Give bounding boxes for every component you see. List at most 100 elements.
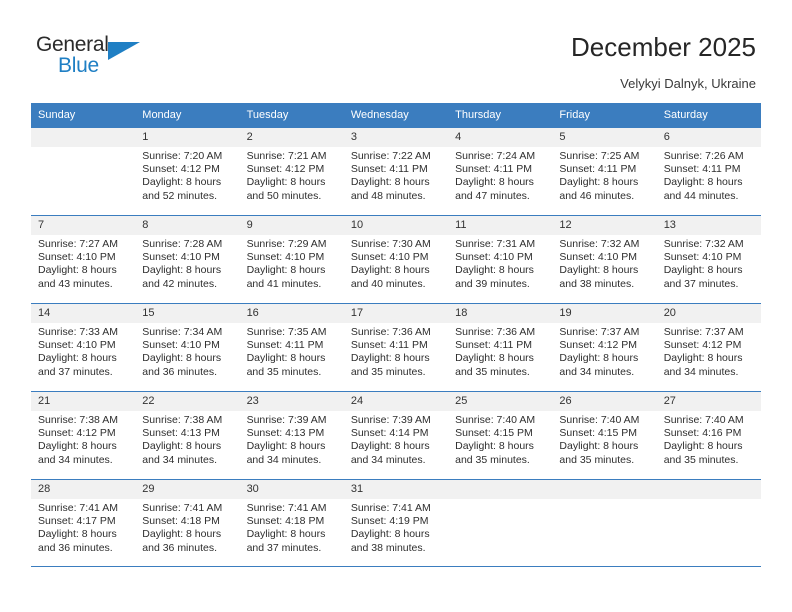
calendar-day-cell[interactable]: 2 Sunrise: 7:21 AM Sunset: 4:12 PM Daylight… bbox=[239, 127, 344, 216]
calendar-day-cell[interactable]: 5 Sunrise: 7:25 AM Sunset: 4:11 PM Daylight… bbox=[552, 127, 657, 216]
sunset-text: Sunset: 4:18 PM bbox=[246, 515, 325, 528]
sunrise-text: Sunrise: 7:25 AM bbox=[559, 150, 640, 162]
calendar-day-cell-inner: 4 Sunrise: 7:24 AM Sunset: 4:11 PM Daylight… bbox=[448, 128, 553, 215]
sunrise-text: Sunrise: 7:39 AM bbox=[350, 414, 431, 426]
calendar-day-cell[interactable]: 14 Sunrise: 7:33 AM Sunset: 4:10 PM Dayligh… bbox=[31, 303, 136, 392]
calendar-day-cell[interactable]: 8 Sunrise: 7:28 AM Sunset: 4:10 PM Daylight… bbox=[135, 215, 240, 304]
daylight-text-line2: and 37 minutes. bbox=[38, 365, 113, 378]
calendar-day-number: 11 bbox=[448, 216, 553, 235]
daylight-text-line1: Daylight: 8 hours bbox=[38, 440, 117, 453]
daylight-text-line2: and 41 minutes. bbox=[246, 277, 322, 290]
daylight-text-line1: Daylight: 8 hours bbox=[559, 176, 639, 189]
sunrise-text: Sunrise: 7:27 AM bbox=[38, 238, 118, 250]
daylight-text-line1: Daylight: 8 hours bbox=[663, 352, 743, 365]
calendar-day-cell[interactable]: 10 Sunrise: 7:30 AM Sunset: 4:10 PM Dayligh… bbox=[343, 215, 449, 304]
calendar-day-cell-inner: 13 Sunrise: 7:32 AM Sunset: 4:10 PM Dayligh… bbox=[656, 216, 761, 303]
calendar-day-cell-inner: 7 Sunrise: 7:27 AM Sunset: 4:10 PM Daylight… bbox=[31, 216, 136, 303]
sunrise-text: Sunrise: 7:32 AM bbox=[559, 238, 640, 250]
calendar-day-details: Sunrise: 7:37 AM Sunset: 4:12 PM Daylight:… bbox=[657, 323, 761, 379]
calendar-day-cell[interactable]: 4 Sunrise: 7:24 AM Sunset: 4:11 PM Daylight… bbox=[448, 127, 553, 216]
daylight-text-line1: Daylight: 8 hours bbox=[350, 440, 430, 453]
sunset-text: Sunset: 4:11 PM bbox=[246, 339, 324, 352]
calendar-day-cell[interactable]: 16 Sunrise: 7:35 AM Sunset: 4:11 PM Dayligh… bbox=[239, 303, 344, 392]
calendar-day-details: Sunrise: 7:25 AM Sunset: 4:11 PM Daylight:… bbox=[552, 147, 656, 203]
calendar-day-cell[interactable]: 3 Sunrise: 7:22 AM Sunset: 4:11 PM Daylight… bbox=[343, 127, 449, 216]
daylight-text-line1: Daylight: 8 hours bbox=[246, 440, 326, 453]
calendar-day-number: 12 bbox=[552, 216, 657, 235]
sunset-text: Sunset: 4:10 PM bbox=[663, 251, 742, 264]
calendar-body: 1 Sunrise: 7:20 AM Sunset: 4:12 PM Daylight… bbox=[31, 127, 761, 567]
generalblue-logo[interactable]: General Blue bbox=[36, 33, 156, 81]
calendar-day-cell[interactable]: 11 Sunrise: 7:31 AM Sunset: 4:10 PM Dayligh… bbox=[448, 215, 553, 304]
calendar-day-cell[interactable]: 24 Sunrise: 7:39 AM Sunset: 4:14 PM Dayligh… bbox=[343, 391, 449, 480]
calendar-day-cell[interactable]: 29 Sunrise: 7:41 AM Sunset: 4:18 PM Dayligh… bbox=[135, 479, 240, 567]
calendar-day-cell-inner: 14 Sunrise: 7:33 AM Sunset: 4:10 PM Dayligh… bbox=[31, 304, 136, 391]
calendar-day-cell-empty bbox=[656, 479, 761, 567]
calendar-day-cell-inner: 20 Sunrise: 7:37 AM Sunset: 4:12 PM Dayligh… bbox=[656, 304, 761, 391]
calendar-day-cell[interactable]: 15 Sunrise: 7:34 AM Sunset: 4:10 PM Dayligh… bbox=[135, 303, 240, 392]
calendar-day-details: Sunrise: 7:40 AM Sunset: 4:15 PM Daylight:… bbox=[448, 411, 552, 467]
calendar-day-details bbox=[448, 499, 552, 502]
daylight-text-line2: and 43 minutes. bbox=[38, 277, 113, 290]
calendar-day-cell[interactable]: 17 Sunrise: 7:36 AM Sunset: 4:11 PM Dayligh… bbox=[343, 303, 449, 392]
calendar-day-cell-inner bbox=[656, 480, 761, 567]
daylight-text-line2: and 38 minutes. bbox=[350, 541, 426, 554]
daylight-text-line2: and 36 minutes. bbox=[38, 541, 113, 554]
sunset-text: Sunset: 4:10 PM bbox=[246, 251, 325, 264]
calendar-day-cell[interactable]: 26 Sunrise: 7:40 AM Sunset: 4:15 PM Dayligh… bbox=[552, 391, 657, 480]
sunrise-text: Sunrise: 7:36 AM bbox=[350, 326, 431, 338]
calendar-day-details: Sunrise: 7:36 AM Sunset: 4:11 PM Daylight:… bbox=[344, 323, 448, 379]
calendar-day-cell[interactable]: 30 Sunrise: 7:41 AM Sunset: 4:18 PM Dayligh… bbox=[239, 479, 344, 567]
sunset-text: Sunset: 4:10 PM bbox=[350, 251, 429, 264]
calendar-day-details: Sunrise: 7:41 AM Sunset: 4:18 PM Daylight:… bbox=[240, 499, 344, 555]
page-subtitle: Velykyi Dalnyk, Ukraine bbox=[620, 76, 756, 91]
calendar-day-cell-inner: 16 Sunrise: 7:35 AM Sunset: 4:11 PM Dayligh… bbox=[239, 304, 344, 391]
calendar-day-cell-inner: 17 Sunrise: 7:36 AM Sunset: 4:11 PM Dayligh… bbox=[343, 304, 449, 391]
calendar-day-cell-inner: 5 Sunrise: 7:25 AM Sunset: 4:11 PM Daylight… bbox=[552, 128, 657, 215]
calendar-week-row: 1 Sunrise: 7:20 AM Sunset: 4:12 PM Daylight… bbox=[31, 127, 761, 216]
daylight-text-line1: Daylight: 8 hours bbox=[455, 264, 534, 277]
sunset-text: Sunset: 4:14 PM bbox=[350, 427, 429, 440]
sunset-text: Sunset: 4:19 PM bbox=[350, 515, 429, 528]
daylight-text-line1: Daylight: 8 hours bbox=[350, 528, 430, 541]
calendar-day-cell[interactable]: 19 Sunrise: 7:37 AM Sunset: 4:12 PM Dayligh… bbox=[552, 303, 657, 392]
calendar-day-cell[interactable]: 22 Sunrise: 7:38 AM Sunset: 4:13 PM Dayligh… bbox=[135, 391, 240, 480]
calendar-week-row: 28 Sunrise: 7:41 AM Sunset: 4:17 PM Dayligh… bbox=[31, 479, 761, 567]
sunrise-text: Sunrise: 7:21 AM bbox=[246, 150, 327, 162]
daylight-text-line1: Daylight: 8 hours bbox=[142, 528, 222, 541]
sunrise-text: Sunrise: 7:20 AM bbox=[142, 150, 223, 162]
calendar-page: General Blue December 2025 Velykyi Dalny… bbox=[0, 0, 792, 612]
daylight-text-line1: Daylight: 8 hours bbox=[38, 264, 117, 277]
calendar-day-details: Sunrise: 7:37 AM Sunset: 4:12 PM Daylight:… bbox=[552, 323, 656, 379]
calendar-day-cell[interactable]: 7 Sunrise: 7:27 AM Sunset: 4:10 PM Daylight… bbox=[31, 215, 136, 304]
calendar-day-cell[interactable]: 13 Sunrise: 7:32 AM Sunset: 4:10 PM Dayligh… bbox=[656, 215, 761, 304]
calendar-day-cell[interactable]: 25 Sunrise: 7:40 AM Sunset: 4:15 PM Dayligh… bbox=[448, 391, 553, 480]
calendar-day-cell[interactable]: 27 Sunrise: 7:40 AM Sunset: 4:16 PM Dayligh… bbox=[656, 391, 761, 480]
calendar-day-details: Sunrise: 7:41 AM Sunset: 4:17 PM Daylight:… bbox=[31, 499, 135, 555]
calendar-day-cell[interactable]: 1 Sunrise: 7:20 AM Sunset: 4:12 PM Daylight… bbox=[135, 127, 240, 216]
daylight-text-line1: Daylight: 8 hours bbox=[663, 264, 743, 277]
calendar-day-number: 6 bbox=[656, 128, 761, 147]
calendar-day-details: Sunrise: 7:32 AM Sunset: 4:10 PM Daylight:… bbox=[657, 235, 761, 291]
calendar-day-number: 28 bbox=[31, 480, 136, 499]
calendar-day-cell[interactable]: 18 Sunrise: 7:36 AM Sunset: 4:11 PM Dayligh… bbox=[448, 303, 553, 392]
calendar-day-number: 10 bbox=[343, 216, 449, 235]
calendar-day-cell[interactable]: 31 Sunrise: 7:41 AM Sunset: 4:19 PM Dayligh… bbox=[343, 479, 449, 567]
page-header: General Blue December 2025 Velykyi Dalny… bbox=[0, 0, 792, 100]
calendar-day-cell-inner: 25 Sunrise: 7:40 AM Sunset: 4:15 PM Dayligh… bbox=[448, 392, 553, 479]
calendar-day-cell[interactable]: 6 Sunrise: 7:26 AM Sunset: 4:11 PM Daylight… bbox=[656, 127, 761, 216]
daylight-text-line2: and 42 minutes. bbox=[142, 277, 217, 290]
month-calendar-table: Sunday Monday Tuesday Wednesday Thursday… bbox=[31, 103, 761, 567]
calendar-day-cell[interactable]: 12 Sunrise: 7:32 AM Sunset: 4:10 PM Dayligh… bbox=[552, 215, 657, 304]
sunset-text: Sunset: 4:10 PM bbox=[142, 251, 220, 264]
calendar-day-cell[interactable]: 20 Sunrise: 7:37 AM Sunset: 4:12 PM Dayligh… bbox=[656, 303, 761, 392]
logo-triangle-icon bbox=[108, 42, 140, 60]
calendar-day-cell[interactable]: 28 Sunrise: 7:41 AM Sunset: 4:17 PM Dayligh… bbox=[31, 479, 136, 567]
sunset-text: Sunset: 4:11 PM bbox=[455, 163, 532, 176]
calendar-day-details bbox=[31, 147, 135, 150]
calendar-day-cell[interactable]: 23 Sunrise: 7:39 AM Sunset: 4:13 PM Dayligh… bbox=[239, 391, 344, 480]
calendar-day-number: 22 bbox=[135, 392, 240, 411]
calendar-day-cell[interactable]: 9 Sunrise: 7:29 AM Sunset: 4:10 PM Daylight… bbox=[239, 215, 344, 304]
sunrise-text: Sunrise: 7:35 AM bbox=[246, 326, 327, 338]
calendar-day-cell[interactable]: 21 Sunrise: 7:38 AM Sunset: 4:12 PM Dayligh… bbox=[31, 391, 136, 480]
